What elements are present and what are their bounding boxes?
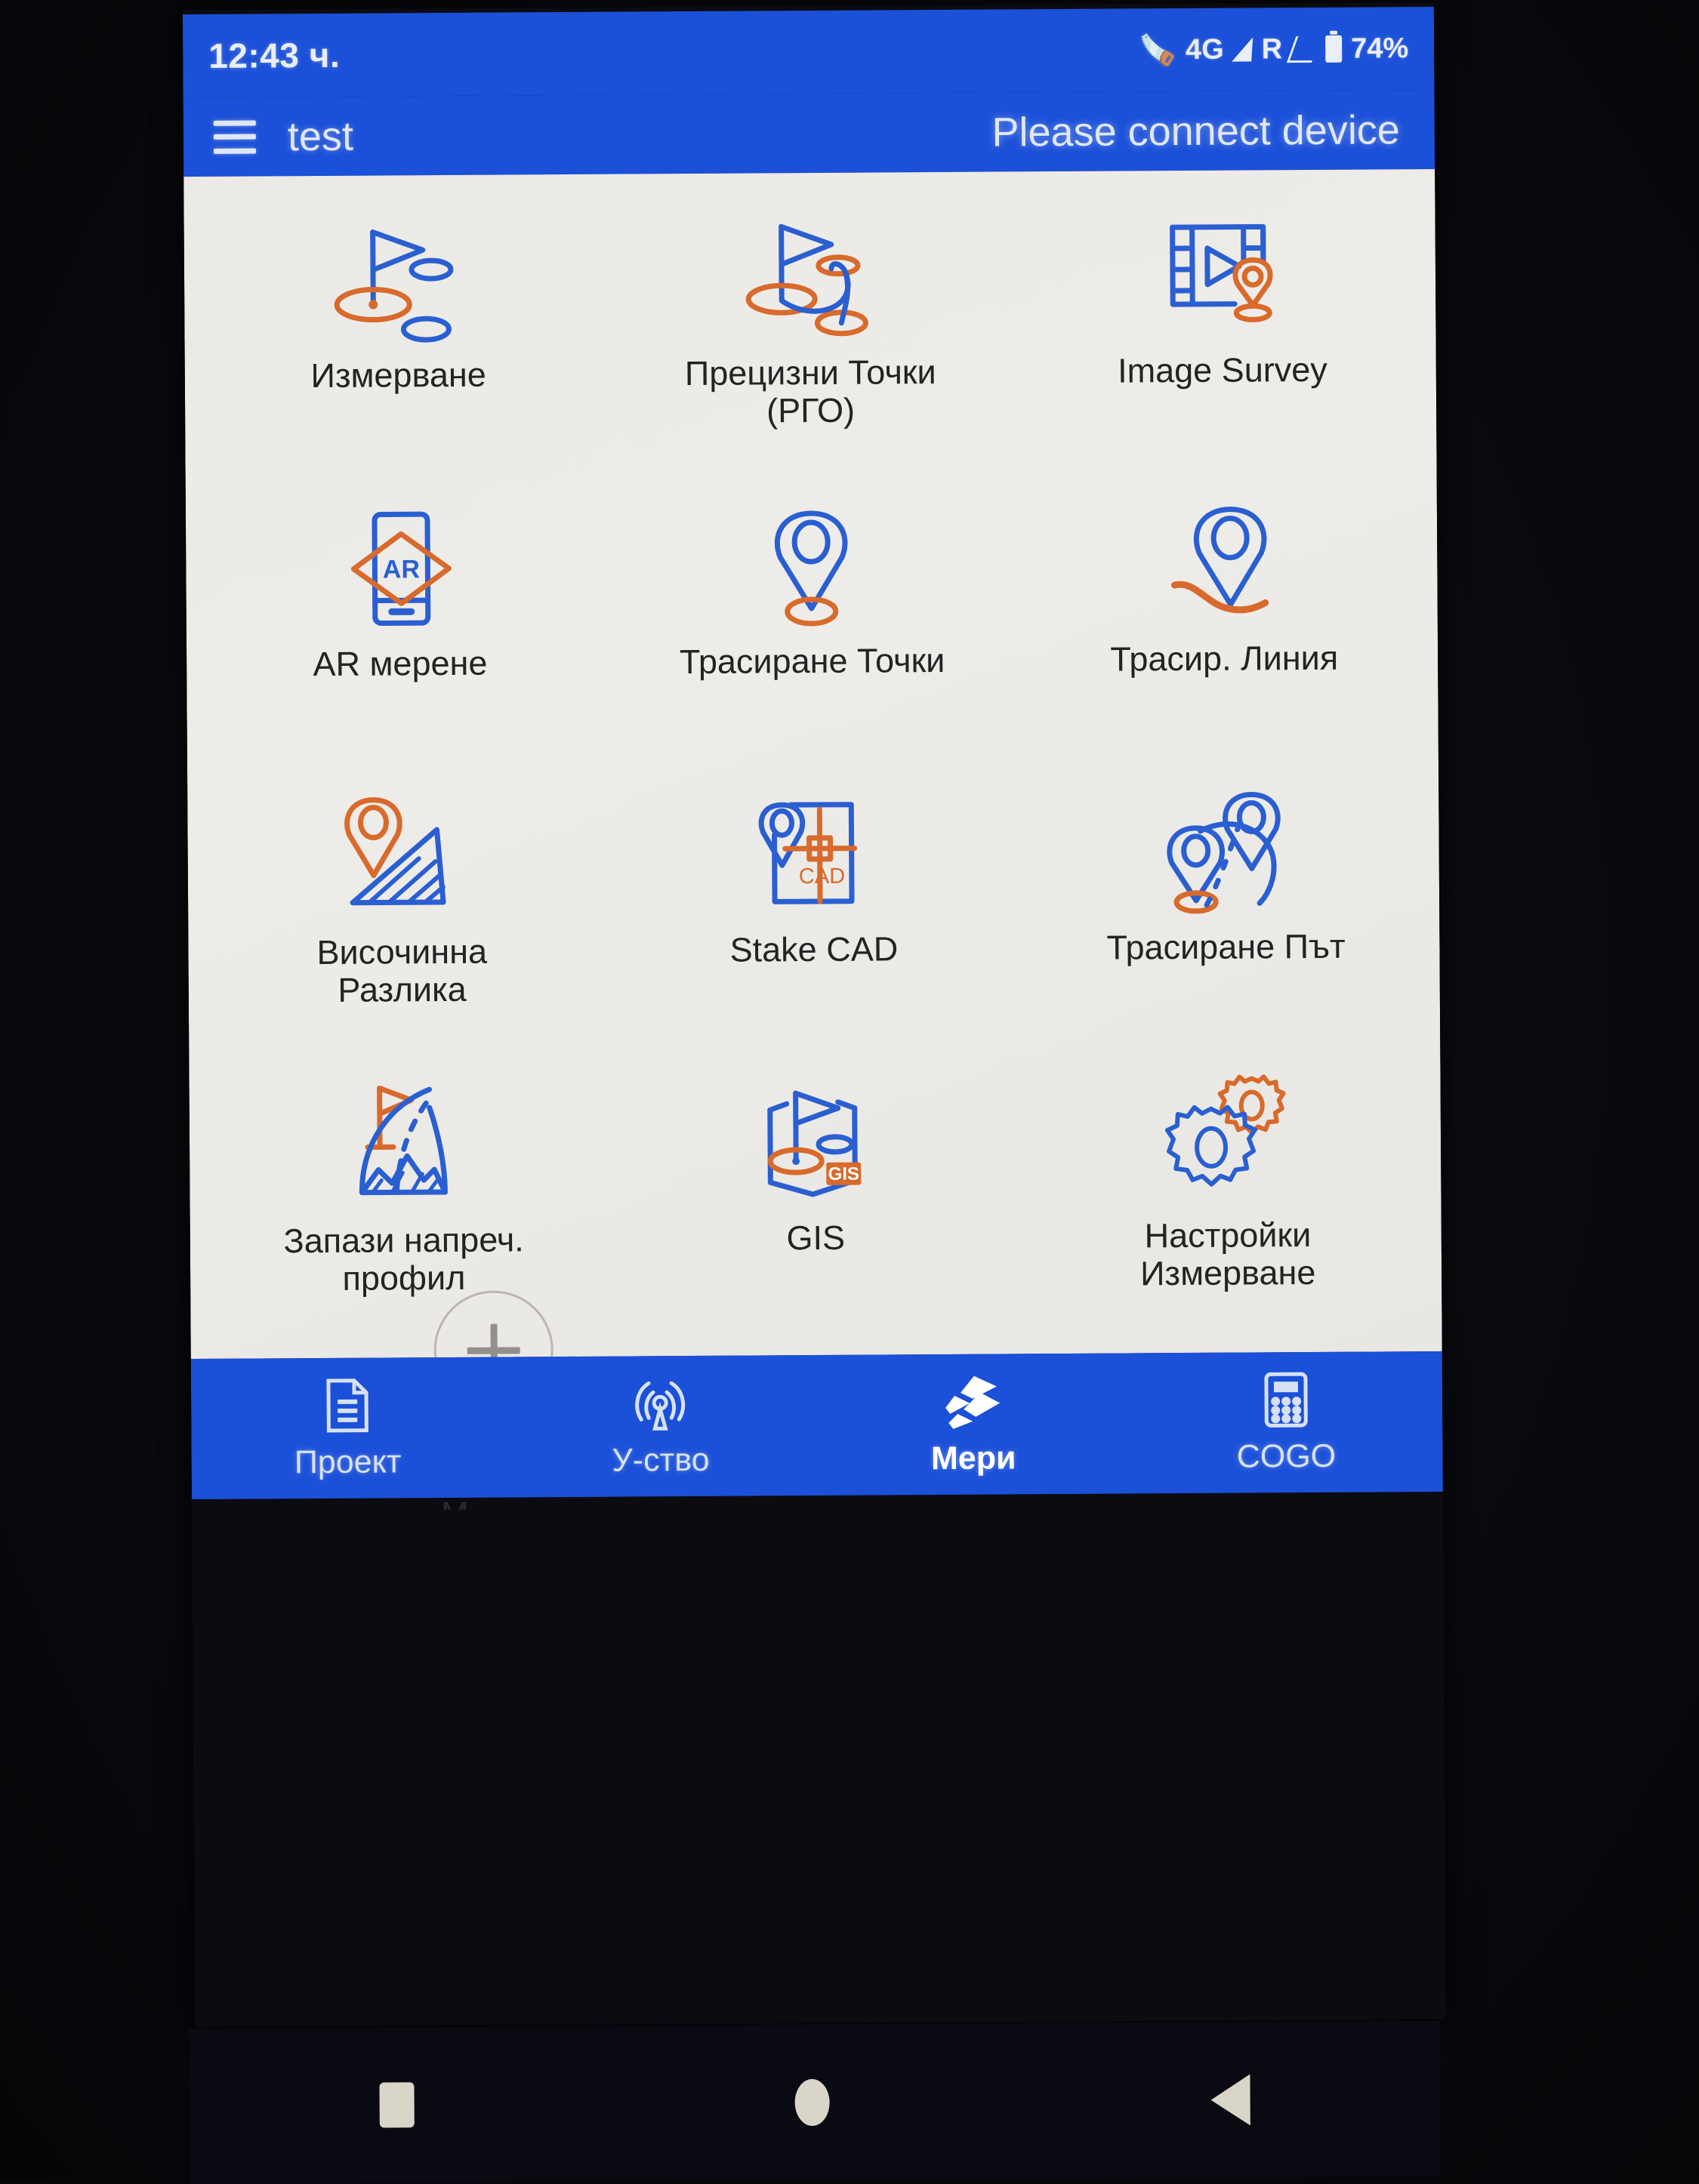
app-bar: test Please connect device bbox=[183, 89, 1435, 177]
film-strip-pin-icon bbox=[1150, 203, 1294, 347]
phone-screen: 12:43 ч. 🪚 4G R 74% test Please connect … bbox=[182, 2, 1447, 2028]
roaming-indicator: R bbox=[1261, 32, 1283, 65]
document-icon bbox=[322, 1375, 372, 1434]
phone-bezel: 12:43 ч. 🪚 4G R 74% test Please connect … bbox=[0, 0, 1699, 2184]
connection-status-label: Please connect device bbox=[991, 106, 1401, 156]
pin-curve-line-icon bbox=[1152, 491, 1296, 636]
function-grid: Измерване Прецизни Точки (РГО) Image Sur… bbox=[183, 169, 1442, 1345]
nav-item-label: Мери bbox=[930, 1439, 1016, 1477]
nav-item-cogo[interactable]: COGO bbox=[1130, 1369, 1443, 1476]
flag-path-points-icon bbox=[738, 205, 882, 350]
bluetooth-icon: 🪚 bbox=[1139, 33, 1177, 67]
grid-item-survey[interactable]: Измерване bbox=[191, 189, 605, 480]
status-clock: 12:43 ч. bbox=[208, 35, 341, 75]
grid-item-label: Stake CAD bbox=[729, 929, 899, 969]
status-bar: 12:43 ч. 🪚 4G R 74% bbox=[182, 6, 1435, 98]
nav-item-label: COGO bbox=[1236, 1437, 1337, 1475]
hamburger-menu-icon[interactable] bbox=[213, 119, 257, 154]
grid-item-survey-settings[interactable]: Настройки Измерване bbox=[1021, 1049, 1435, 1340]
main-content: Измерване Прецизни Точки (РГО) Image Sur… bbox=[183, 168, 1442, 1510]
android-system-nav bbox=[189, 2020, 1442, 2184]
grid-item-label: Прецизни Точки (РГО) bbox=[684, 353, 936, 430]
grid-item-stakeout-road[interactable]: Трасиране Път bbox=[1019, 761, 1432, 1052]
grid-item-stakeout-line[interactable]: Трасир. Линия bbox=[1017, 473, 1431, 763]
nav-item-label: У-ство bbox=[612, 1441, 710, 1479]
svg-text:GIS: GIS bbox=[828, 1164, 860, 1184]
calculator-icon bbox=[1262, 1369, 1310, 1428]
grid-item-ar-measure[interactable]: AR AR мерене bbox=[193, 478, 607, 769]
triangle-back-icon[interactable] bbox=[1210, 2074, 1250, 2126]
status-icon-group: 🪚 4G R 74% bbox=[1139, 31, 1408, 68]
map-flag-gis-icon: GIS bbox=[743, 1070, 887, 1215]
grid-item-label: AR мерене bbox=[313, 643, 488, 684]
nav-item-project[interactable]: Проект bbox=[191, 1375, 504, 1482]
pin-ellipse-icon bbox=[739, 494, 883, 638]
grid-item-precise-points[interactable]: Прецизни Точки (РГО) bbox=[603, 186, 1017, 477]
signal-strength-icon bbox=[1232, 37, 1253, 62]
grid-item-stakeout-points[interactable]: Трасиране Точки bbox=[605, 475, 1019, 765]
flag-survey-icon bbox=[325, 208, 470, 353]
svg-text:CAD: CAD bbox=[799, 864, 845, 889]
two-pins-road-icon bbox=[1153, 780, 1297, 924]
cad-crosshair-icon: CAD bbox=[742, 782, 886, 926]
grid-item-label: Запази напреч. профил bbox=[283, 1220, 524, 1298]
grid-item-gis[interactable]: GIS GIS bbox=[609, 1052, 1022, 1342]
grid-item-label: GIS bbox=[786, 1218, 846, 1258]
grid-item-label: Трасиране Път bbox=[1106, 926, 1346, 967]
grid-item-image-survey[interactable]: Image Survey bbox=[1016, 184, 1429, 475]
svg-text:AR: AR bbox=[383, 555, 420, 584]
antenna-icon bbox=[632, 1374, 688, 1433]
grid-item-label: Трасир. Линия bbox=[1110, 638, 1339, 679]
grid-item-label: Измерване bbox=[310, 355, 486, 396]
circle-home-icon[interactable] bbox=[794, 2078, 831, 2127]
clipped-list-text: М bbox=[441, 1497, 547, 1510]
nav-item-device[interactable]: У-ство bbox=[504, 1372, 817, 1480]
bottom-navigation: Проект У-ство Мери COGO bbox=[190, 1351, 1443, 1500]
nav-item-measure[interactable]: Мери bbox=[816, 1371, 1130, 1478]
network-type-label: 4G bbox=[1185, 33, 1224, 66]
signal-empty-icon bbox=[1286, 35, 1321, 63]
grid-item-label: Трасиране Точки bbox=[679, 640, 945, 682]
pin-slope-icon bbox=[329, 785, 473, 929]
grid-item-label: Image Survey bbox=[1117, 350, 1327, 390]
cross-section-flag-icon bbox=[331, 1074, 475, 1218]
grid-item-label: Настройки Измерване bbox=[1139, 1215, 1316, 1293]
grid-item-stake-cad[interactable]: CAD Stake CAD bbox=[607, 763, 1021, 1054]
double-gear-icon bbox=[1155, 1068, 1300, 1212]
ar-phone-icon: AR bbox=[328, 497, 472, 641]
battery-icon bbox=[1325, 35, 1343, 63]
grid-item-height-difference[interactable]: Височинна Разлика bbox=[195, 766, 609, 1057]
layers-icon bbox=[944, 1372, 1003, 1431]
nav-item-label: Проект bbox=[294, 1443, 402, 1480]
page-title: test bbox=[287, 113, 354, 159]
grid-item-label: Височинна Разлика bbox=[316, 932, 488, 1010]
battery-percent: 74% bbox=[1351, 32, 1409, 65]
square-recents-icon[interactable] bbox=[379, 2082, 415, 2128]
